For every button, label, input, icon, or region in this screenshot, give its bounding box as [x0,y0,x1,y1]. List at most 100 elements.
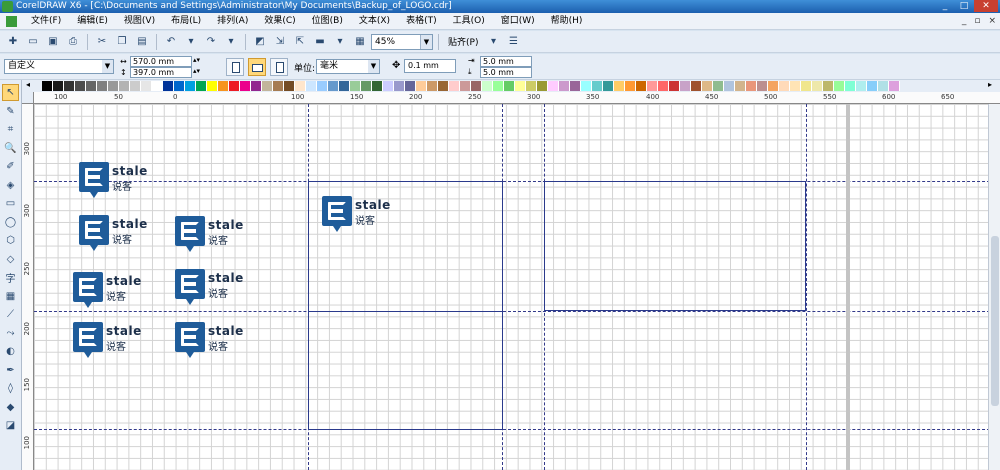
shape-tool-icon[interactable]: ✎ [2,103,19,120]
snap-dropdown-icon[interactable]: ▾ [484,33,502,51]
undo-dropdown-icon[interactable]: ▾ [182,33,200,51]
polygon-tool-icon[interactable]: ⬡ [2,232,19,249]
scrollbar-thumb[interactable] [991,236,999,406]
color-swatch[interactable] [306,81,317,91]
color-swatch[interactable] [53,81,64,91]
color-swatch[interactable] [669,81,680,91]
color-swatch[interactable] [702,81,713,91]
basic-shapes-tool-icon[interactable]: ◇ [2,251,19,268]
color-swatch[interactable] [328,81,339,91]
color-swatch[interactable] [757,81,768,91]
color-swatch[interactable] [405,81,416,91]
print-icon[interactable]: ⎙ [64,33,82,51]
color-swatch[interactable] [526,81,537,91]
color-swatch[interactable] [174,81,185,91]
color-swatch[interactable] [570,81,581,91]
logo-group[interactable]: stale 说客 [73,272,157,312]
color-swatch[interactable] [108,81,119,91]
menu-view[interactable]: 视图(V) [116,13,163,30]
ruler-origin[interactable] [22,92,34,104]
color-swatch[interactable] [75,81,86,91]
color-swatch[interactable] [64,81,75,91]
doc-close-icon[interactable]: × [988,16,996,26]
chevron-down-icon[interactable]: ▼ [102,60,113,73]
color-swatch[interactable] [196,81,207,91]
color-swatch[interactable] [471,81,482,91]
doc-restore-icon[interactable]: ▫ [974,16,980,26]
menu-tools[interactable]: 工具(O) [445,13,493,30]
color-swatch[interactable] [262,81,273,91]
palette-scroll-right-icon[interactable]: ▸ [988,80,992,89]
color-swatch[interactable] [361,81,372,91]
color-swatch[interactable] [603,81,614,91]
color-swatch[interactable] [141,81,152,91]
color-swatch[interactable] [768,81,779,91]
color-swatch[interactable] [339,81,350,91]
color-swatch[interactable] [295,81,306,91]
color-swatch[interactable] [218,81,229,91]
logo-group[interactable]: stale 说客 [175,322,259,362]
import-icon[interactable]: ⇲ [271,33,289,51]
export-icon[interactable]: ⇱ [291,33,309,51]
color-swatch[interactable] [284,81,295,91]
doc-minimize-icon[interactable]: _ [962,16,967,26]
height-spinner-icon[interactable]: ▴▾ [193,67,200,75]
color-swatch[interactable] [119,81,130,91]
guideline[interactable] [806,104,807,470]
duplicate-y-field[interactable]: 5.0 mm [480,67,532,78]
pick-tool-icon[interactable]: ↖ [2,84,19,101]
color-swatch[interactable] [680,81,691,91]
menu-bitmaps[interactable]: 位图(B) [304,13,351,30]
connector-tool-icon[interactable]: ⤳ [2,325,19,342]
logo-group[interactable]: stale 说客 [322,196,406,236]
color-swatch[interactable] [482,81,493,91]
color-swatch[interactable] [185,81,196,91]
eyedropper-tool-icon[interactable]: ✒ [2,362,19,379]
logo-group[interactable]: stale 说客 [73,322,157,362]
new-document-icon[interactable]: ✚ [4,33,22,51]
color-swatch[interactable] [416,81,427,91]
color-swatch[interactable] [460,81,471,91]
document-icon[interactable] [6,15,17,27]
color-swatch[interactable] [559,81,570,91]
logo-group[interactable]: stale 说客 [79,162,163,202]
color-swatch[interactable] [592,81,603,91]
undo-icon[interactable]: ↶ [162,33,180,51]
color-swatch[interactable] [515,81,526,91]
color-swatch[interactable] [372,81,383,91]
color-swatch[interactable] [493,81,504,91]
portrait-button[interactable] [226,58,244,76]
redo-dropdown-icon[interactable]: ▾ [222,33,240,51]
color-swatch[interactable] [152,81,163,91]
color-swatch[interactable] [383,81,394,91]
color-swatch[interactable] [801,81,812,91]
color-swatch[interactable] [834,81,845,91]
close-button[interactable]: ✕ [974,0,998,12]
maximize-button[interactable]: □ [955,0,973,12]
dimension-tool-icon[interactable]: ⟋ [2,306,19,323]
crop-tool-icon[interactable]: ⌗ [2,121,19,138]
color-swatch[interactable] [658,81,669,91]
interactive-fill-tool-icon[interactable]: ◪ [2,417,19,434]
zoom-tool-icon[interactable]: 🔍 [2,140,19,157]
color-swatch[interactable] [625,81,636,91]
color-swatch[interactable] [790,81,801,91]
cut-icon[interactable]: ✂ [93,33,111,51]
color-swatch[interactable] [713,81,724,91]
palette-scroll-left-icon[interactable]: ◂ [26,80,30,89]
color-swatch[interactable] [97,81,108,91]
color-swatch[interactable] [779,81,790,91]
color-swatch[interactable] [86,81,97,91]
publish-pdf-icon[interactable]: ▬ [311,33,329,51]
vertical-scrollbar[interactable] [988,104,1000,470]
color-swatch[interactable] [724,81,735,91]
chevron-down-icon[interactable]: ▼ [368,60,379,73]
color-swatch[interactable] [614,81,625,91]
horizontal-ruler[interactable]: 100 50 0 100 150 200 250 300 350 400 450 500 550 600 6… [22,92,1000,104]
color-swatch[interactable] [251,81,262,91]
color-swatch[interactable] [163,81,174,91]
paste-icon[interactable]: ▤ [133,33,151,51]
color-swatch[interactable] [823,81,834,91]
logo-group[interactable]: stale 说客 [175,216,259,256]
color-swatch[interactable] [273,81,284,91]
